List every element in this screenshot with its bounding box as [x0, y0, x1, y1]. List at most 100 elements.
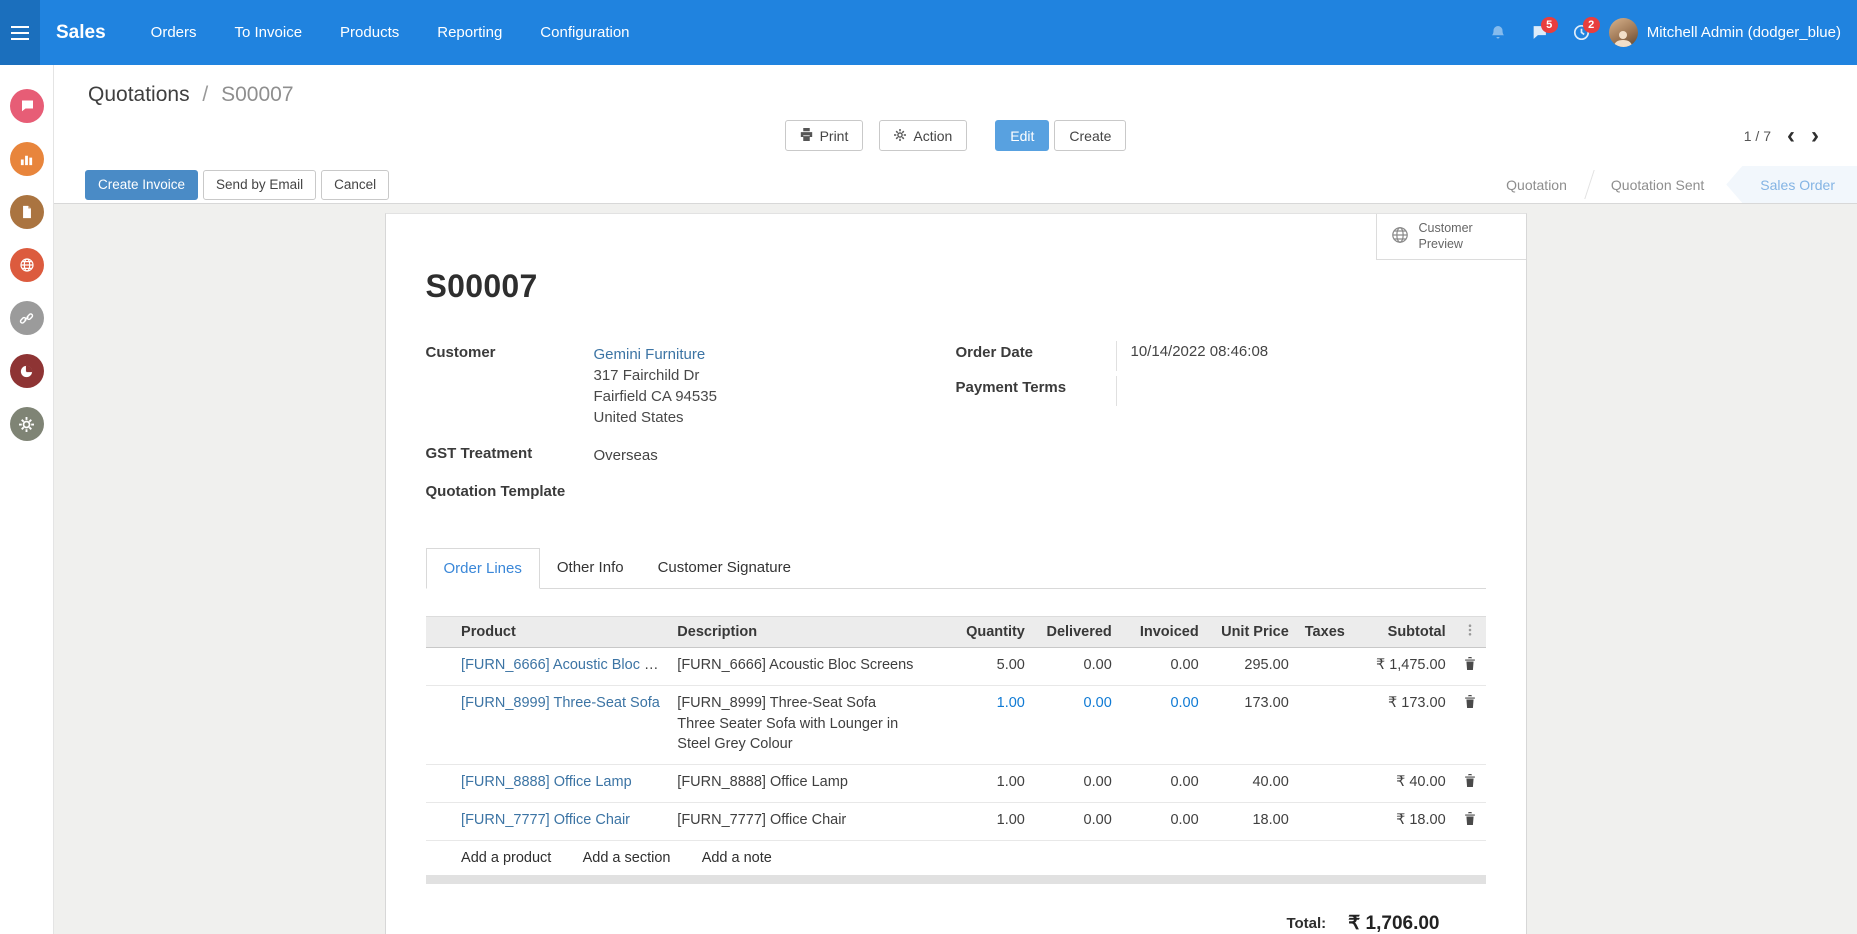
field-group-left: Customer Gemini Furniture 317 Fairchild … [426, 341, 956, 503]
status-quotation[interactable]: Quotation [1484, 166, 1589, 203]
delete-line-icon[interactable] [1454, 648, 1486, 686]
quantity-column-header: Quantity [943, 617, 1033, 648]
line-unit-price: 40.00 [1207, 764, 1297, 802]
pie-chart-icon[interactable] [10, 354, 44, 388]
customer-preview-button[interactable]: Customer Preview [1376, 214, 1526, 260]
add-a-note-link[interactable]: Add a note [702, 850, 772, 866]
messages-badge: 5 [1541, 17, 1558, 33]
delete-line-icon[interactable] [1454, 764, 1486, 802]
section-separator [426, 875, 1486, 884]
globe-icon [1391, 226, 1409, 247]
order-line-row: [FURN_6666] Acoustic Bloc Scree... [FURN… [426, 648, 1486, 686]
edit-button[interactable]: Edit [995, 120, 1049, 151]
user-avatar[interactable] [1609, 18, 1638, 47]
line-unit-price: 173.00 [1207, 686, 1297, 765]
handle-column-header [426, 617, 454, 648]
line-taxes [1297, 648, 1348, 686]
user-menu[interactable]: Mitchell Admin (dodger_blue) [1647, 24, 1841, 41]
product-link[interactable]: [FURN_6666] Acoustic Bloc Scree... [461, 657, 669, 673]
pager-next-icon[interactable]: › [1811, 124, 1819, 148]
subtotal-column-header: Subtotal [1348, 617, 1454, 648]
menu-to-invoice[interactable]: To Invoice [216, 0, 322, 65]
tab-other-info[interactable]: Other Info [540, 548, 641, 589]
action-button[interactable]: Action [879, 120, 967, 151]
row-handle[interactable] [426, 648, 454, 686]
row-handle[interactable] [426, 764, 454, 802]
line-taxes [1297, 802, 1348, 840]
create-invoice-button[interactable]: Create Invoice [85, 170, 198, 200]
bell-icon[interactable] [1481, 16, 1515, 50]
activities-badge: 2 [1583, 17, 1600, 33]
chain-link-icon[interactable] [10, 301, 44, 335]
pager-count[interactable]: 1 / 7 [1744, 128, 1771, 144]
list-footer-links: Add a product Add a section Add a note [426, 840, 1486, 875]
quotation-template-field: Quotation Template [426, 480, 956, 503]
gst-treatment-field: GST Treatment Overseas [426, 442, 956, 469]
globe-icon[interactable] [10, 248, 44, 282]
total-row: Total: ₹ 1,706.00 [426, 912, 1486, 934]
line-taxes [1297, 686, 1348, 765]
breadcrumb-quotations[interactable]: Quotations [88, 83, 190, 106]
content-area: Quotations / S00007 Print Action Ed [54, 65, 1857, 934]
add-a-product-link[interactable]: Add a product [461, 850, 551, 866]
payment-terms-label: Payment Terms [956, 376, 1116, 399]
activities-clock-icon[interactable]: 2 [1565, 16, 1599, 50]
line-unit-price: 18.00 [1207, 802, 1297, 840]
customer-link[interactable]: Gemini Furniture [594, 344, 717, 365]
apps-menu-button[interactable] [0, 0, 40, 65]
print-button[interactable]: Print [785, 120, 864, 151]
app-shortcut-rail [0, 65, 54, 934]
line-quantity: 1.00 [943, 686, 1033, 765]
document-icon[interactable] [10, 195, 44, 229]
total-label: Total: [1286, 915, 1326, 932]
status-quotation-sent[interactable]: Quotation Sent [1589, 166, 1726, 203]
chat-bubble-icon[interactable] [10, 89, 44, 123]
line-description: [FURN_8999] Three-Seat Sofa [677, 695, 876, 711]
toolbar: Print Action Edit Create 1 / 7 ‹ › [54, 119, 1857, 152]
row-handle[interactable] [426, 802, 454, 840]
unit-price-column-header: Unit Price [1207, 617, 1297, 648]
top-navbar: Sales Orders To Invoice Products Reporti… [0, 0, 1857, 65]
order-line-row: [FURN_8999] Three-Seat Sofa [FURN_8999] … [426, 686, 1486, 765]
line-delivered: 0.00 [1033, 648, 1120, 686]
product-link[interactable]: [FURN_8888] Office Lamp [461, 774, 632, 790]
pager-previous-icon[interactable]: ‹ [1787, 124, 1795, 148]
gear-icon[interactable] [10, 407, 44, 441]
menu-configuration[interactable]: Configuration [521, 0, 648, 65]
status-sales-order[interactable]: Sales Order [1726, 166, 1857, 203]
product-column-header: Product [453, 617, 669, 648]
row-handle[interactable] [426, 686, 454, 765]
line-subtotal: ₹ 18.00 [1348, 802, 1454, 840]
tab-customer-signature[interactable]: Customer Signature [641, 548, 808, 589]
menu-orders[interactable]: Orders [132, 0, 216, 65]
line-invoiced: 0.00 [1120, 802, 1207, 840]
form-sheet: Customer Preview S00007 Customer Gemini … [385, 213, 1527, 934]
send-by-email-button[interactable]: Send by Email [203, 170, 316, 200]
line-delivered: 0.00 [1033, 686, 1120, 765]
line-invoiced: 0.00 [1120, 764, 1207, 802]
record-area: Customer Preview S00007 Customer Gemini … [54, 204, 1857, 934]
create-button[interactable]: Create [1054, 120, 1126, 151]
add-a-section-link[interactable]: Add a section [583, 850, 671, 866]
line-subtotal: ₹ 40.00 [1348, 764, 1454, 802]
notebook-tabs: Order Lines Other Info Customer Signatur… [426, 547, 1486, 589]
line-description-2: Three Seater Sofa with Lounger in Steel … [677, 714, 934, 755]
bar-chart-icon[interactable] [10, 142, 44, 176]
field-group-right: Order Date 10/14/2022 08:46:08 Payment T… [956, 341, 1486, 503]
cancel-button[interactable]: Cancel [321, 170, 389, 200]
app-brand[interactable]: Sales [56, 22, 106, 44]
product-link[interactable]: [FURN_7777] Office Chair [461, 812, 630, 828]
menu-products[interactable]: Products [321, 0, 418, 65]
delivered-column-header: Delivered [1033, 617, 1120, 648]
line-unit-price: 295.00 [1207, 648, 1297, 686]
line-delivered: 0.00 [1033, 764, 1120, 802]
quotation-template-label: Quotation Template [426, 480, 594, 503]
delete-line-icon[interactable] [1454, 686, 1486, 765]
optional-columns-icon[interactable] [1454, 617, 1486, 648]
line-description: [FURN_7777] Office Chair [677, 812, 846, 828]
menu-reporting[interactable]: Reporting [418, 0, 521, 65]
messages-icon[interactable]: 5 [1523, 16, 1557, 50]
product-link[interactable]: [FURN_8999] Three-Seat Sofa [461, 695, 660, 711]
delete-line-icon[interactable] [1454, 802, 1486, 840]
tab-order-lines[interactable]: Order Lines [426, 548, 540, 589]
